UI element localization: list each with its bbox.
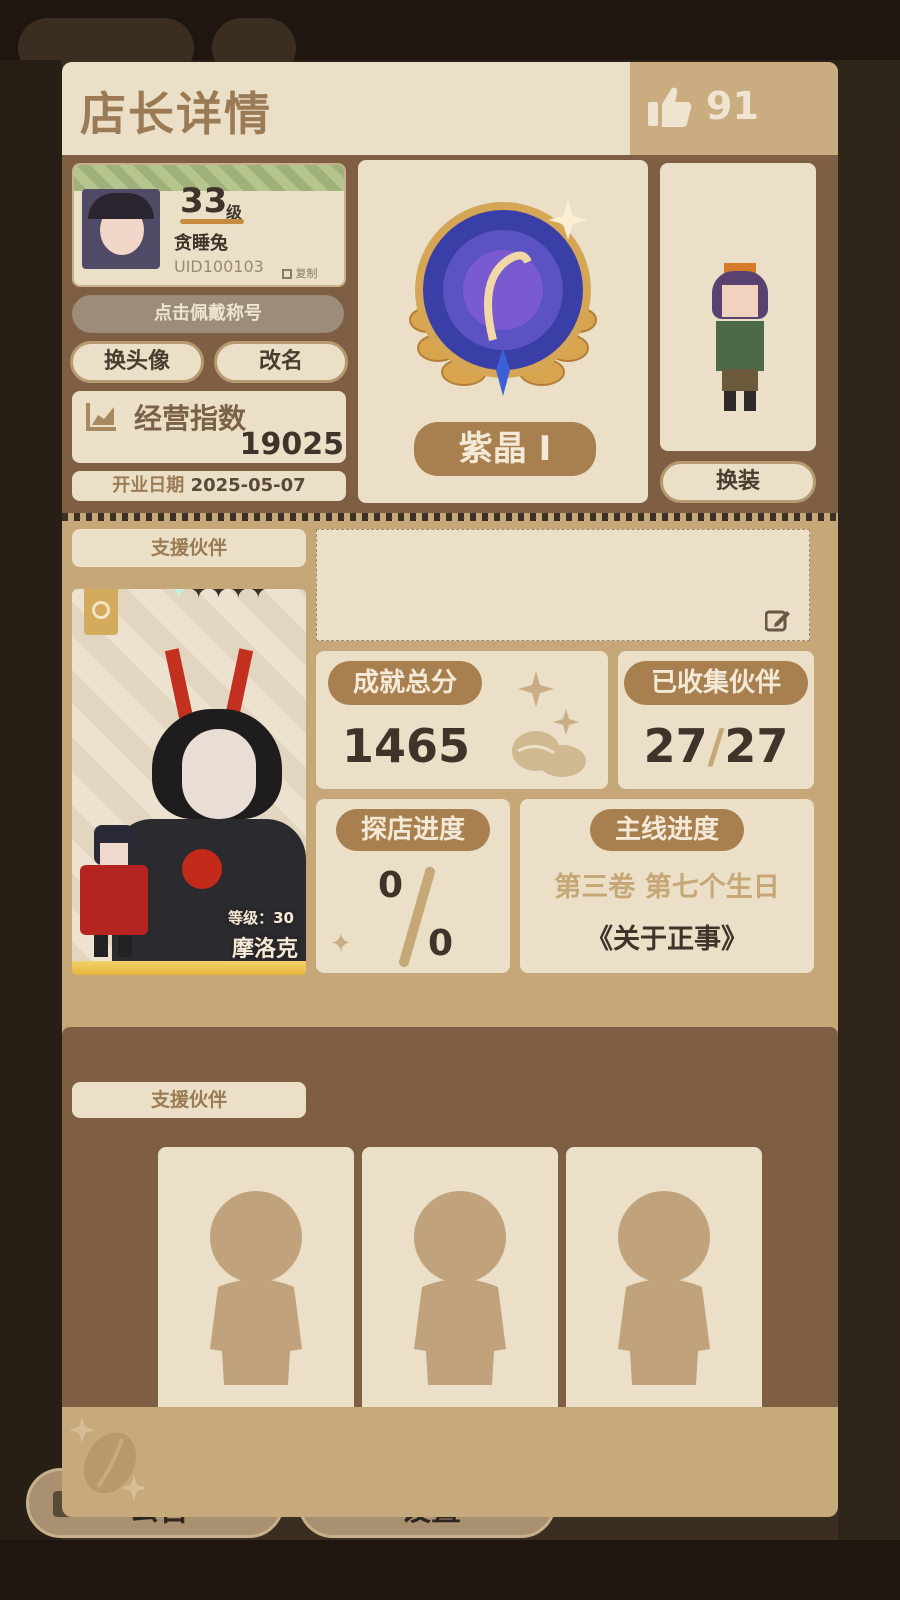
change-avatar-label: 换头像 (103, 349, 170, 374)
explore-have: 0 (378, 865, 404, 906)
profile-card: 33 级 贪睡兔 UID100103 复制 (72, 163, 346, 287)
player-name: 贪睡兔 (174, 233, 228, 254)
panel-footer (62, 1407, 838, 1517)
copy-label: 复制 (295, 267, 318, 280)
player-uid: UID100103 (174, 257, 264, 276)
manager-details-panel: 店长详情 91 33 级 贪睡兔 UID100103 复制 点击佩戴称号 换头像… (62, 62, 838, 1517)
collected-have: 27 (643, 719, 708, 773)
story-progress-card: 主线进度 第三卷 第七个生日 《关于正事》 (520, 799, 814, 973)
stitched-border (62, 513, 838, 521)
star-rating: ✦✦✦✦✦ (168, 589, 269, 605)
chart-icon (86, 403, 116, 431)
edit-icon[interactable] (765, 608, 791, 632)
achievement-value: 1465 (342, 719, 471, 773)
copy-icon (282, 269, 292, 279)
sparkle-icon: ✦ (330, 929, 352, 959)
panel-header: 店长详情 91 (62, 62, 838, 155)
likes-button[interactable]: 91 (630, 62, 838, 155)
profile-section: 33 级 贪睡兔 UID100103 复制 点击佩戴称号 换头像 改名 经营指数 (62, 155, 838, 513)
avatar[interactable] (82, 189, 160, 269)
stats-section: 支援伙伴 ✦✦✦✦✦ 等级：30 摩洛克 成就总分 1465 已收集伙伴 27/… (62, 513, 838, 1088)
explore-label-pill: 探店进度 (336, 809, 490, 851)
star-icon: ✦ (207, 589, 230, 605)
story-title: 《关于正事》 (586, 924, 748, 955)
support-partner-tab: 支援伙伴 (72, 529, 306, 567)
partner-sprite (72, 819, 156, 959)
achievement-label: 成就总分 (352, 668, 457, 698)
thumbs-up-icon (648, 87, 692, 127)
change-outfit-button[interactable]: 换装 (660, 461, 816, 503)
open-date-value: 2025-05-07 (190, 475, 306, 496)
story-chapter: 第三卷 第七个生日 (554, 872, 780, 903)
rank-name: 紫晶 Ⅰ (458, 429, 552, 469)
support-partners-section: 支援伙伴 (62, 1027, 838, 1421)
rename-button[interactable]: 改名 (214, 341, 348, 383)
collected-count: 27/27 (618, 719, 814, 773)
partner-slot-2[interactable] (362, 1147, 558, 1421)
partner-slot-3[interactable] (566, 1147, 762, 1421)
business-index-value: 19025 (239, 427, 344, 462)
person-silhouette-icon (618, 1191, 710, 1385)
coffee-bean-icon (70, 1417, 147, 1501)
partner-slot-1[interactable] (158, 1147, 354, 1421)
explore-total: 0 (428, 923, 454, 964)
star-icon: ✦ (168, 589, 190, 605)
coffee-bean-icon (512, 671, 586, 777)
support-partner-card[interactable]: ✦✦✦✦✦ 等级：30 摩洛克 (72, 589, 306, 975)
player-level: 33 (180, 181, 228, 221)
rank-card[interactable]: 紫晶 Ⅰ (358, 160, 648, 503)
rank-name-pill: 紫晶 Ⅰ (414, 422, 596, 476)
character-outfit-card (660, 163, 816, 451)
amethyst-rank-badge-icon (409, 200, 597, 396)
explore-progress-card: 探店进度 0 0 ✦ (316, 799, 510, 973)
copy-button[interactable]: 复制 (282, 265, 318, 281)
wear-title-label: 点击佩戴称号 (154, 303, 262, 324)
rename-label: 改名 (258, 349, 303, 374)
star-icon: ✦ (227, 589, 249, 605)
star-icon: ✦ (187, 589, 210, 605)
business-index-card[interactable]: 经营指数 19025 (72, 391, 346, 463)
partner-rarity-bar (72, 961, 306, 975)
achievement-label-pill: 成就总分 (328, 661, 482, 705)
support-partners-tab: 支援伙伴 (72, 1082, 306, 1118)
collected-label-pill: 已收集伙伴 (624, 661, 808, 705)
open-date-label: 开业日期 (112, 475, 185, 496)
explore-label: 探店进度 (360, 815, 465, 845)
achievement-card: 成就总分 1465 (316, 651, 608, 789)
story-label-pill: 主线进度 (590, 809, 744, 851)
collected-separator: / (707, 719, 725, 773)
person-silhouette-icon (210, 1191, 302, 1385)
change-avatar-button[interactable]: 换头像 (70, 341, 204, 383)
collected-total: 27 (724, 719, 789, 773)
character-sprite (708, 263, 772, 413)
wear-title-button[interactable]: 点击佩戴称号 (72, 295, 344, 333)
page-title: 店长详情 (80, 87, 272, 141)
person-silhouette-icon (414, 1191, 506, 1385)
partner-level: 等级：30 (228, 909, 294, 927)
level-underline (180, 219, 244, 224)
support-partner-label: 支援伙伴 (150, 537, 227, 559)
partner-name: 摩洛克 (231, 937, 298, 962)
element-badge-icon (84, 589, 118, 635)
likes-count: 91 (706, 84, 759, 128)
business-index-label: 经营指数 (134, 402, 247, 435)
signature-box[interactable] (316, 529, 810, 641)
star-icon: ✦ (247, 589, 269, 605)
collected-partners-card: 已收集伙伴 27/27 (618, 651, 814, 789)
open-date-card: 开业日期 2025-05-07 (72, 471, 346, 501)
change-outfit-label: 换装 (715, 469, 760, 494)
story-label: 主线进度 (614, 815, 719, 845)
collected-label: 已收集伙伴 (650, 668, 781, 698)
support-partners-label: 支援伙伴 (150, 1089, 227, 1111)
